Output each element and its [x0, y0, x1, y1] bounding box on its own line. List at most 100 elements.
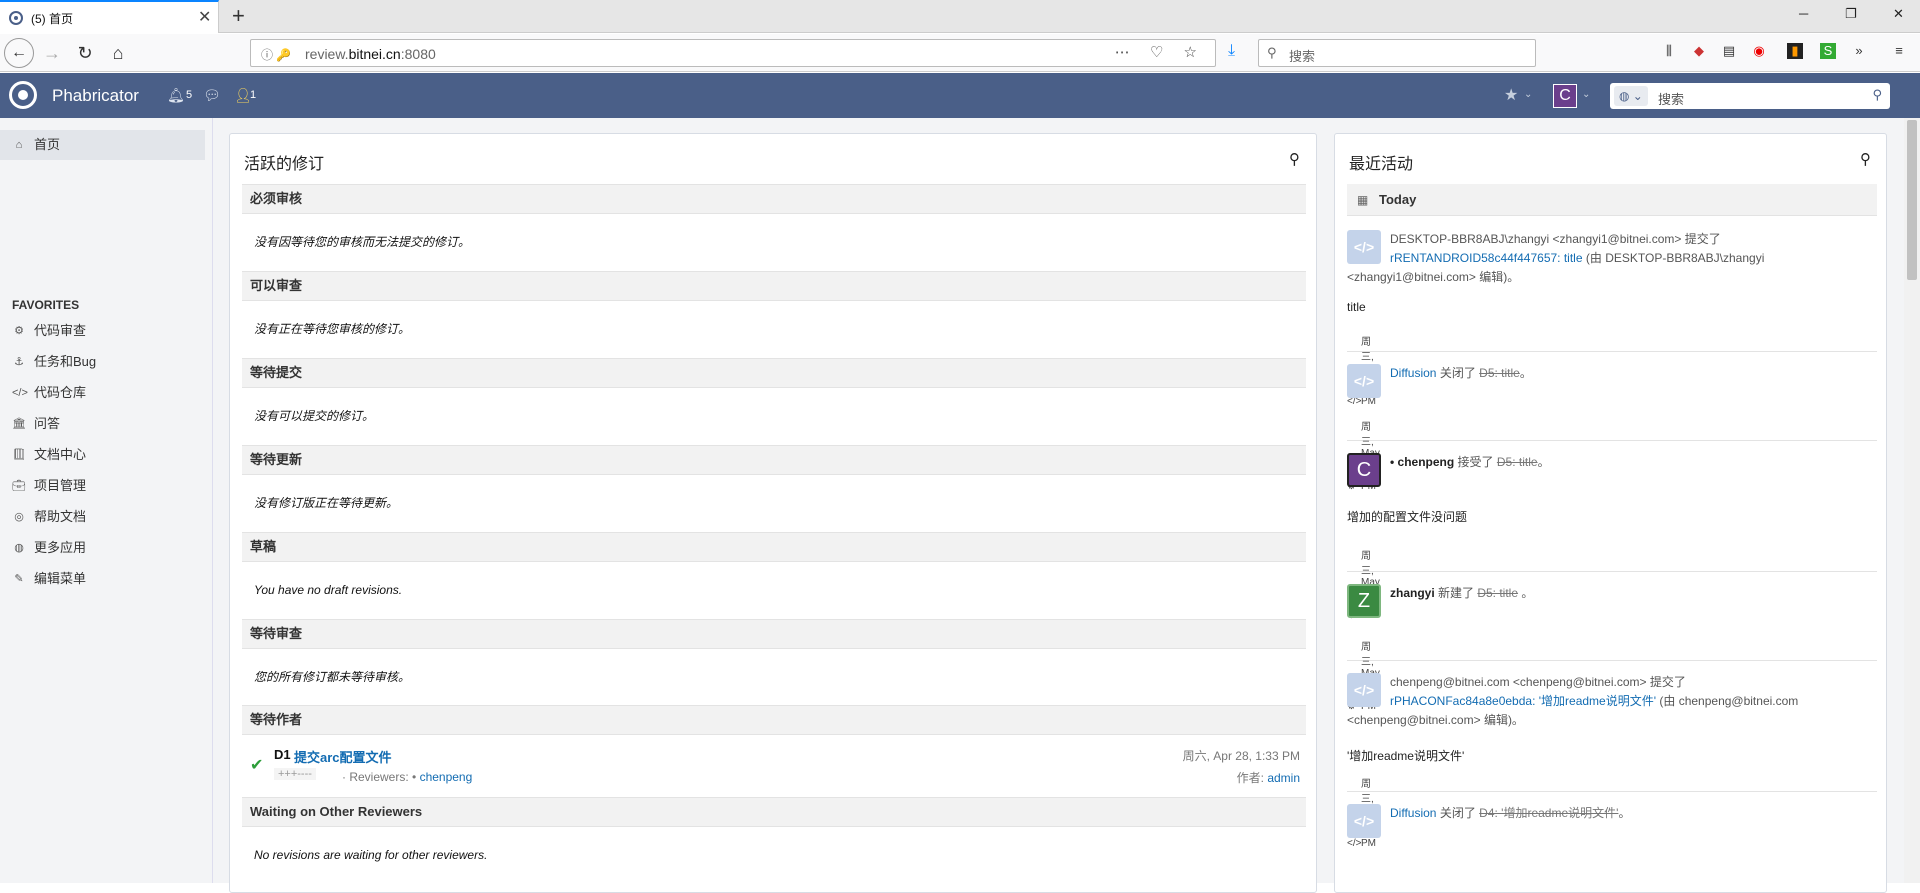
search-icon[interactable]: ⚲ [1289, 150, 1300, 168]
library-icon[interactable]: ⫼ [1661, 43, 1677, 59]
search-icon[interactable]: ⚲ [1872, 87, 1882, 103]
code-avatar-icon: </> [1347, 673, 1381, 707]
activity-story: </> DESKTOP-BBR8ABJ\zhangyi <zhangyi1@bi… [1347, 224, 1877, 407]
revision-link[interactable]: D4: '增加readme说明文件' [1479, 806, 1618, 820]
sidebar-item-home[interactable]: ⌂ 首页 [0, 130, 205, 160]
new-tab-icon[interactable]: + [232, 3, 245, 29]
favorites-star-icon[interactable]: ★ [1504, 85, 1518, 105]
header-search-input[interactable]: ◍ ⌄ 搜索 ⚲ [1610, 83, 1890, 109]
empty-message: 没有正在等待您审核的修订。 [254, 322, 411, 336]
sidebar-item-label: 代码审查 [34, 323, 87, 338]
favorites-heading: FAVORITES [12, 298, 80, 312]
sidebar-item-questions[interactable]: 🏛︎ 问答 [0, 409, 205, 439]
sidebar-item-help[interactable]: ◎ 帮助文档 [0, 502, 205, 532]
conpherence-chat-icon[interactable]: 💬︎ [203, 87, 221, 104]
opera-extension-icon[interactable]: ◉ [1751, 43, 1767, 59]
sidebar-item-label: 项目管理 [34, 478, 87, 493]
search-icon[interactable]: ⚲ [1860, 150, 1871, 168]
story-text: zhangyi 新建了 D5: title 。 [1390, 586, 1534, 600]
empty-message: You have no draft revisions. [254, 583, 403, 597]
actor-link[interactable]: Diffusion [1390, 366, 1436, 380]
revision-id: D1 [274, 747, 291, 762]
page-actions-icon[interactable]: ⋯ ♡ ☆ [1115, 43, 1205, 61]
commit-link[interactable]: rPHACONFac84a8e0ebda: '增加readme说明文件' [1390, 694, 1656, 708]
section-header: 草稿 [242, 532, 1306, 562]
home-icon[interactable]: ⌂ [106, 38, 130, 68]
author-link[interactable]: admin [1267, 771, 1300, 785]
browser-tab[interactable]: (5) 首页 ✕ [0, 0, 219, 33]
activity-story: C • chenpeng 接受了 D5: title。 增加的配置文件没问题 ⚙… [1347, 441, 1877, 621]
briefcase-icon: 💼︎ [12, 480, 26, 492]
activity-story: </> Diffusion 关闭了 D4: '增加readme说明文件'。 [1347, 792, 1877, 852]
download-icon[interactable]: ⤓ [1228, 42, 1235, 60]
revision-section: 可以审查 没有正在等待您审核的修订。 [242, 271, 1306, 357]
site-info-icon[interactable]: ⓘ 🔑 [261, 46, 291, 63]
browser-search-bar[interactable]: ⚲ 搜索 [1258, 39, 1536, 67]
activity-story: </> chenpeng@bitnei.com <chenpeng@bitnei… [1347, 661, 1877, 849]
revision-section: 草稿 You have no draft revisions. [242, 532, 1306, 618]
restore-icon[interactable]: ❐ [1845, 6, 1857, 22]
sidebar-item-more-apps[interactable]: ◍ 更多应用 [0, 533, 205, 563]
reviewer-link[interactable]: chenpeng [420, 770, 473, 784]
sidebar-item-label: 文档中心 [34, 447, 87, 462]
phabricator-logo-icon[interactable] [9, 81, 37, 109]
main-content: 活跃的修订 ⚲ 必须审核 没有因等待您的审核而无法提交的修订。 可以审查 没有正… [213, 118, 1904, 893]
tab-title: (5) 首页 [31, 12, 74, 26]
pencil-icon: ✎ [14, 573, 24, 585]
actor-link[interactable]: Diffusion [1390, 806, 1436, 820]
code-avatar-icon: </> [1347, 364, 1381, 398]
url-text: review.bitnei.cn:8080 [305, 46, 436, 62]
sidebar-item-label: 首页 [34, 137, 61, 152]
story-body: 增加的配置文件没问题 [1347, 510, 1468, 524]
terminal-extension-icon[interactable]: ▮ [1787, 43, 1803, 59]
sidebar-item-label: 代码仓库 [34, 385, 87, 400]
back-icon[interactable]: ← [4, 38, 34, 68]
chenpeng-avatar[interactable]: C [1347, 453, 1381, 487]
forward-icon[interactable]: → [40, 38, 64, 68]
revision-link[interactable]: D5: title [1479, 366, 1520, 380]
actor-name[interactable]: zhangyi [1390, 586, 1435, 600]
revision-title-link[interactable]: 提交arc配置文件 [294, 747, 392, 766]
story-text-continued: <zhangyi1@bitnei.com> 编辑)。 [1347, 270, 1520, 284]
user-avatar[interactable]: C [1553, 84, 1577, 108]
page-scrollbar[interactable] [1904, 118, 1920, 883]
sidebar-item-code-review[interactable]: ⚙ 代码审查 [0, 316, 205, 346]
minimize-icon[interactable]: ─ [1799, 6, 1808, 21]
sidebar-item-docs[interactable]: 📕︎ 文档中心 [0, 440, 205, 470]
chevron-down-icon: ⌄ [1524, 89, 1533, 100]
globe-icon: ◍ [14, 542, 24, 554]
revision-link[interactable]: D5: title [1497, 455, 1538, 469]
notifications-count: 5 [186, 89, 193, 101]
activity-story: Z zhangyi 新建了 D5: title 。 ⚙周三, May 2, 2:… [1347, 572, 1877, 712]
actor-name[interactable]: • chenpeng [1390, 455, 1454, 469]
sidebar-item-projects[interactable]: 💼︎ 项目管理 [0, 471, 205, 501]
browser-nav-bar: ← → ↻ ⌂ ⓘ 🔑 review.bitnei.cn:8080 ⋯ ♡ ☆ … [0, 34, 1920, 72]
revision-row[interactable]: ✔ D1 提交arc配置文件 +++---- · Reviewers: • ch… [242, 735, 1306, 796]
sidebar-item-edit-menu[interactable]: ✎ 编辑菜单 [0, 564, 205, 594]
section-header: 可以审查 [242, 271, 1306, 301]
brand-name[interactable]: Phabricator [52, 86, 139, 106]
zhangyi-avatar[interactable]: Z [1347, 584, 1381, 618]
extension-icon[interactable]: ◆ [1691, 43, 1707, 59]
sidebar-item-repositories[interactable]: </> 代码仓库 [0, 378, 205, 408]
commit-link[interactable]: rRENTANDROID58c44f447657: title [1390, 251, 1583, 265]
lifebuoy-icon: ◎ [14, 511, 24, 523]
revision-section: 必须审核 没有因等待您的审核而无法提交的修订。 [242, 184, 1306, 270]
sidebar-icon[interactable]: ▤ [1721, 43, 1737, 59]
overflow-icon[interactable]: » [1851, 43, 1867, 59]
sidebar-item-tasks[interactable]: ⚓ 任务和Bug [0, 347, 205, 377]
story-body: title [1347, 300, 1366, 314]
empty-message: No revisions are waiting for other revie… [254, 848, 488, 862]
revision-link[interactable]: D5: title [1477, 586, 1518, 600]
notifications-bell-icon[interactable]: 🔔︎ [167, 87, 185, 104]
reload-icon[interactable]: ↻ [73, 38, 97, 68]
url-bar[interactable]: ⓘ 🔑 review.bitnei.cn:8080 ⋯ ♡ ☆ [250, 39, 1216, 67]
close-window-icon[interactable]: ✕ [1893, 6, 1904, 22]
menu-icon[interactable]: ≡ [1891, 43, 1907, 59]
revision-section: Waiting on Other Reviewers No revisions … [242, 797, 1306, 883]
close-tab-icon[interactable]: ✕ [198, 7, 211, 27]
search-scope-globe-icon[interactable]: ◍ ⌄ [1614, 86, 1648, 106]
s-extension-icon[interactable]: S [1820, 43, 1836, 59]
scrollbar-thumb[interactable] [1907, 120, 1917, 280]
section-header: 等待审查 [242, 619, 1306, 649]
